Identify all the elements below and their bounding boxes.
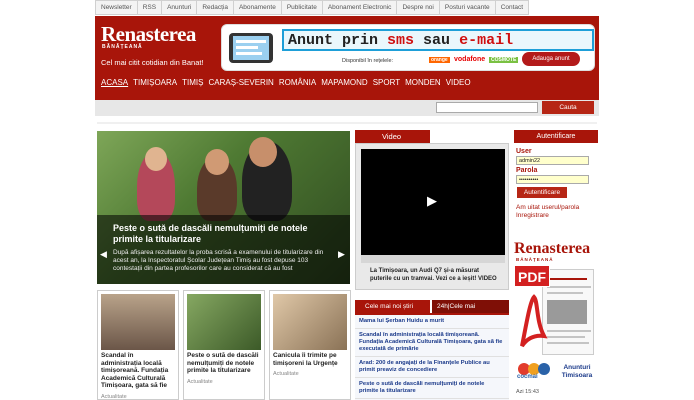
top-nav: Newsletter RSS Anunturi Redacția Aboname… — [95, 0, 530, 16]
thumbnail-title[interactable]: Canicula îi trimite pe timișoreni la Urg… — [273, 352, 347, 367]
topnav-rss[interactable]: RSS — [137, 0, 163, 15]
sidebar-logo[interactable]: Renasterea — [514, 240, 590, 258]
password-input[interactable]: •••••••••• — [516, 175, 589, 184]
next-arrow-icon[interactable]: ▶ — [338, 249, 345, 260]
cosmote-logo: COSMOTE — [489, 57, 519, 63]
tab-most-commented[interactable]: 24h|Cele mai comentate — [432, 300, 509, 323]
nav-monden[interactable]: MONDEN — [405, 78, 441, 87]
thumbnail-list: Scandal în administrația locală timișore… — [97, 290, 351, 400]
hero-slider[interactable]: Peste o sută de dascăli nemulțumiți de n… — [97, 131, 350, 284]
news-item[interactable]: Mama lui Șerban Huidu a murit — [355, 315, 509, 329]
hero-text: După afișarea rezultatelor la proba scri… — [113, 249, 324, 272]
sms-message-box: Anunt prin sms sau e-mail — [282, 29, 594, 51]
site-logo-subtitle: BĂNĂȚEANĂ — [102, 44, 143, 50]
nav-mapamond[interactable]: MAPAMOND — [321, 78, 368, 87]
site-tagline: Cel mai citit cotidian din Banat! — [101, 58, 204, 67]
nav-acasa[interactable]: ACASA — [101, 78, 128, 87]
orange-logo: orange — [429, 57, 450, 63]
main-nav: ACASA TIMIȘOARA TIMIȘ CARAȘ-SEVERIN ROMÂ… — [101, 78, 476, 87]
user-input[interactable]: admin22 — [516, 156, 589, 165]
thumbnail-image — [101, 294, 175, 350]
auth-form: User admin22 Parola •••••••••• Autentifi… — [514, 143, 598, 225]
play-icon[interactable]: ▶ — [427, 193, 437, 209]
thumbnail-title[interactable]: Peste o sută de dascăli nemulțumiți de n… — [187, 352, 261, 375]
password-label: Parola — [516, 167, 538, 174]
nav-romania[interactable]: ROMÂNIA — [279, 78, 316, 87]
topnav-anunturi[interactable]: Anunturi — [162, 0, 198, 15]
tab-latest-news[interactable]: Cele mai noi știri — [355, 300, 430, 313]
video-tab[interactable]: Video — [355, 130, 430, 143]
prev-arrow-icon[interactable]: ◀ — [100, 249, 107, 260]
topnav-publicitate[interactable]: Publicitate — [281, 0, 323, 15]
add-ad-button[interactable]: Adauga anunt — [522, 52, 580, 66]
video-player[interactable]: ▶ — [361, 149, 505, 255]
thumbnail-image — [187, 294, 261, 350]
topnav-redactia[interactable]: Redacția — [197, 0, 234, 15]
news-item[interactable]: Scandal în administrația locală timișore… — [355, 329, 509, 357]
pdf-edition[interactable]: PDF — [514, 263, 598, 358]
sms-ad-banner[interactable]: Anunt prin sms sau e-mail Disponibil în … — [221, 24, 595, 71]
search-input[interactable] — [436, 102, 538, 113]
sidebar-logo-subtitle: BĂNĂȚEANĂ — [516, 257, 554, 262]
thumbnail-image — [273, 294, 347, 350]
hero-person — [249, 137, 277, 167]
site-header: Renasterea BĂNĂȚEANĂ Cel mai citit cotid… — [95, 16, 599, 100]
thumbnail-card[interactable]: Canicula îi trimite pe timișoreni la Urg… — [269, 290, 351, 400]
ads-link[interactable]: Anunturi Timisoara — [556, 364, 598, 379]
nav-video[interactable]: VIDEO — [446, 78, 471, 87]
topnav-posturi-vacante[interactable]: Posturi vacante — [439, 0, 496, 15]
phone-icon — [229, 33, 273, 63]
news-list: Mama lui Șerban Huidu a murit Scandal în… — [355, 313, 509, 400]
nav-timis[interactable]: TIMIȘ — [182, 78, 203, 87]
thumbnail-card[interactable]: Scandal în administrația locală timișore… — [97, 290, 179, 400]
cocmai-text: cocmai — [517, 374, 538, 380]
search-button[interactable]: Cauta — [542, 101, 594, 114]
divider — [97, 122, 597, 124]
search-bar: Cauta — [95, 100, 599, 116]
acrobat-icon — [520, 294, 548, 348]
video-panel: ▶ La Timișoara, un Audi Q7 și-a măsurat … — [355, 143, 509, 290]
pdf-icon: PDF — [514, 265, 550, 287]
thumbnail-title[interactable]: Scandal în administrația locală timișore… — [101, 352, 175, 390]
news-tabs: Cele mai noi știri 24h|Cele mai comentat… — [355, 300, 511, 323]
video-caption[interactable]: La Timișoara, un Audi Q7 și-a măsurat pu… — [370, 268, 502, 283]
timestamp: Azi 15:43 — [516, 389, 539, 395]
news-item[interactable]: Peste o sută de dascăli nemulțumiți de n… — [355, 378, 509, 399]
site-logo[interactable]: Renasterea — [101, 24, 196, 45]
user-label: User — [516, 148, 532, 155]
nav-caras-severin[interactable]: CARAȘ-SEVERIN — [208, 78, 273, 87]
vodafone-logo: vodafone — [454, 56, 486, 63]
news-item[interactable]: Arad: 200 de angajați de la Finanțele Pu… — [355, 357, 509, 378]
hero-title[interactable]: Peste o sută de dascăli nemulțumiți de n… — [113, 223, 338, 245]
register-link[interactable]: Inregistrare — [516, 212, 596, 220]
topnav-contact[interactable]: Contact — [495, 0, 530, 15]
topnav-abonament-electronic[interactable]: Abonament Electronic — [322, 0, 398, 15]
available-networks-label: Disponibil în rețelele: — [342, 58, 394, 64]
thumbnail-category: Actualitate — [273, 371, 299, 377]
topnav-abonamente[interactable]: Abonamente — [233, 0, 282, 15]
thumbnail-category: Actualitate — [187, 378, 213, 385]
hero-person — [205, 149, 229, 175]
nav-sport[interactable]: SPORT — [373, 78, 400, 87]
nav-timisoara[interactable]: TIMIȘOARA — [133, 78, 177, 87]
thumbnail-category: Actualitate — [101, 393, 127, 400]
forgot-password-link[interactable]: Am uitat userul/parola — [516, 204, 596, 212]
sidebar: Autentificare User admin22 Parola ••••••… — [514, 130, 598, 225]
sms-banner-text: Anunt prin sms sau e-mail — [288, 32, 514, 49]
topnav-newsletter[interactable]: Newsletter — [95, 0, 138, 15]
auth-title: Autentificare — [514, 130, 598, 143]
hero-person — [145, 147, 167, 171]
topnav-despre-noi[interactable]: Despre noi — [397, 0, 440, 15]
video-controls[interactable] — [361, 255, 505, 263]
thumbnail-card[interactable]: Peste o sută de dascăli nemulțumiți de n… — [183, 290, 265, 400]
login-button[interactable]: Autentificare — [517, 187, 567, 198]
